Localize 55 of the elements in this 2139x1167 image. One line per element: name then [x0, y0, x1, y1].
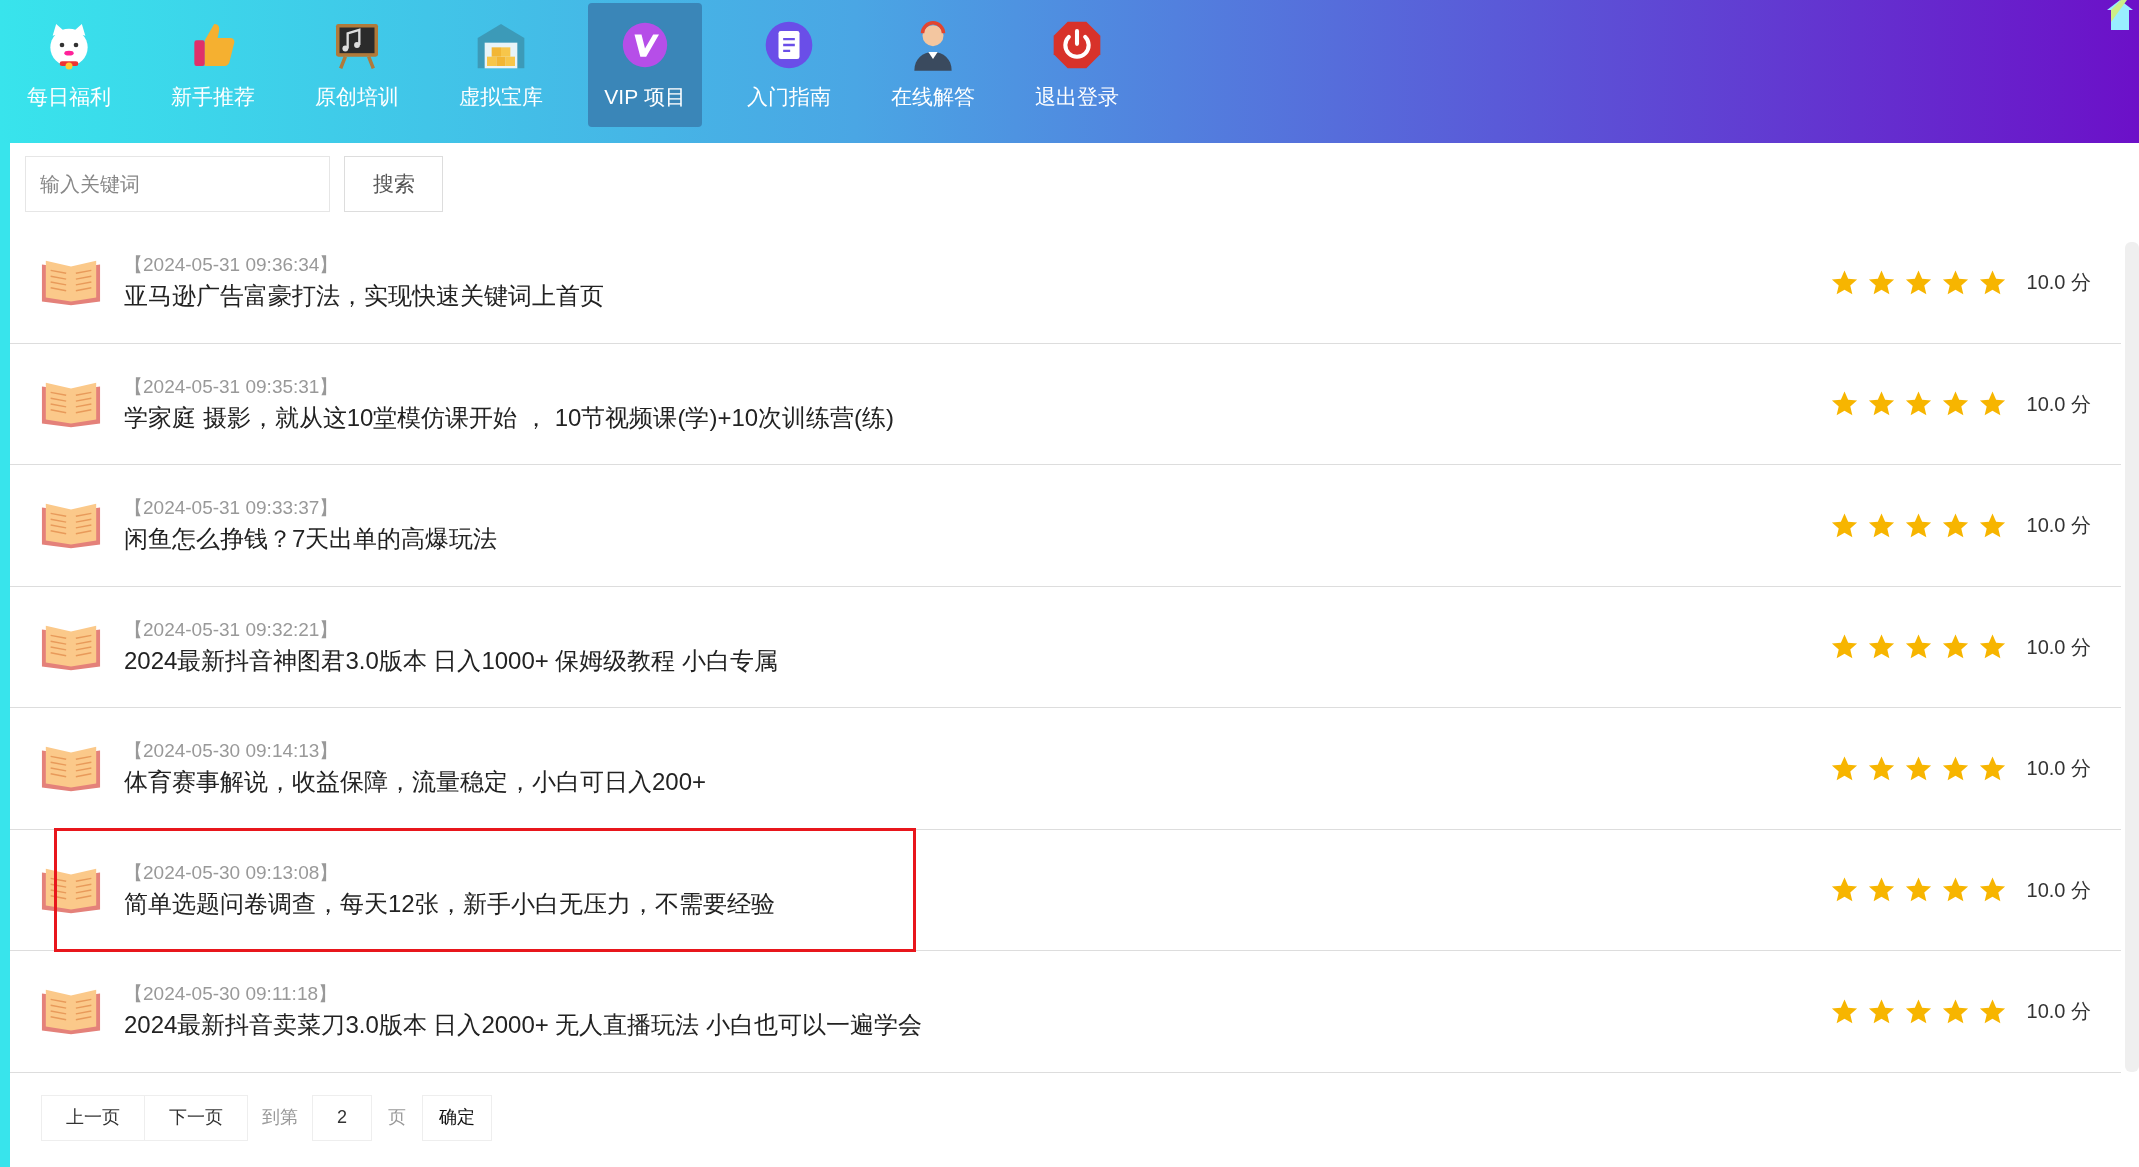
house-icon [2105, 0, 2135, 30]
star-icon [1977, 996, 2007, 1026]
star-icon [1829, 753, 1859, 783]
article-date: 【2024-05-31 09:35:31】 [124, 374, 340, 399]
article-date: 【2024-05-30 09:11:18】 [124, 982, 339, 1007]
article-date: 【2024-05-30 09:13:08】 [124, 860, 340, 885]
open-book-icon [40, 744, 102, 793]
article-date: 【2024-05-31 09:32:21】 [124, 617, 340, 642]
nav-item[interactable]: VIP 项目 [588, 3, 702, 127]
star-icon [1866, 996, 1896, 1026]
star-icon [1903, 996, 1933, 1026]
star-icon [1940, 996, 1970, 1026]
goto-label: 到第 [262, 1106, 298, 1129]
previous-page-button[interactable]: 上一页 [41, 1094, 145, 1141]
star-icon [1977, 510, 2007, 540]
article-title-link[interactable]: 学家庭 摄影，就从这10堂模仿课开始 ， 10节视频课(学)+10次训练营(练) [124, 400, 1830, 435]
star-icon [1940, 510, 1970, 540]
next-page-button[interactable]: 下一页 [145, 1094, 248, 1141]
article-title-link[interactable]: 2024最新抖音神图君3.0版本 日入1000+ 保姆级教程 小白专属 [124, 643, 1830, 678]
keyword-search-field[interactable]: 输入关键词 [25, 156, 330, 212]
rating-score: 10.0 分 [2026, 634, 2091, 660]
star-icon [1829, 996, 1859, 1026]
star-icon [1940, 753, 1970, 783]
star-icon [1903, 510, 1933, 540]
star-icon [1866, 267, 1896, 297]
rating-score: 10.0 分 [2026, 999, 2091, 1025]
star-icon [1866, 510, 1896, 540]
article-date: 【2024-05-30 09:14:13】 [124, 739, 340, 764]
star-icon [1866, 753, 1896, 783]
star-icon [1940, 267, 1970, 297]
article-title-link[interactable]: 简单选题问卷调查，每天12张，新手小白无压力，不需要经验 [124, 886, 1830, 921]
search-button[interactable]: 搜索 [344, 156, 443, 212]
article-title-link[interactable]: 2024最新抖音卖菜刀3.0版本 日入2000+ 无人直播玩法 小白也可以一遍学会 [124, 1008, 1830, 1043]
article-title-link[interactable]: 体育赛事解说，收益保障，流量稳定，小白可日入200+ [124, 765, 1830, 800]
star-icon [1977, 753, 2007, 783]
star-icon [1829, 267, 1859, 297]
rating-score: 10.0 分 [2026, 270, 2091, 296]
star-icon [1977, 267, 2007, 297]
article-date: 【2024-05-31 09:36:34】 [124, 253, 340, 278]
page-number-field[interactable]: 2 [312, 1094, 372, 1141]
article-date: 【2024-05-31 09:33:37】 [124, 496, 340, 521]
open-book-icon [40, 987, 102, 1036]
rating-score: 10.0 分 [2026, 756, 2091, 782]
open-book-icon [40, 501, 102, 550]
star-icon [1903, 267, 1933, 297]
star-icon [1829, 510, 1859, 540]
rating-score: 10.0 分 [2026, 391, 2091, 417]
article-title-link[interactable]: 亚马逊广告富豪打法，实现快速关键词上首页 [124, 279, 1830, 314]
star-icon [1903, 753, 1933, 783]
rating-score: 10.0 分 [2026, 877, 2091, 903]
rating-score: 10.0 分 [2026, 513, 2091, 539]
page-suffix-label: 页 [388, 1106, 406, 1129]
article-title-link[interactable]: 闲鱼怎么挣钱？7天出单的高爆玩法 [124, 522, 1830, 557]
open-book-icon [40, 258, 102, 307]
confirm-button[interactable]: 确定 [422, 1094, 492, 1141]
